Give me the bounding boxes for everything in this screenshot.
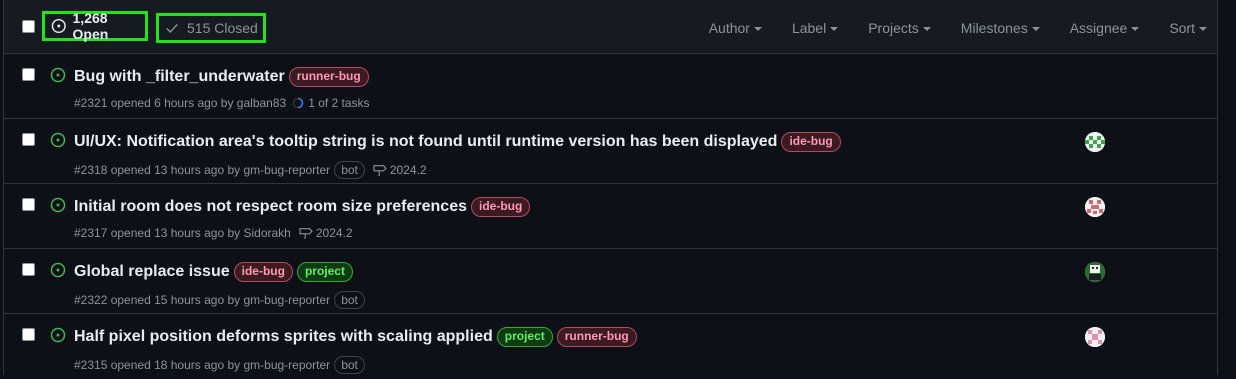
issue-title-line: Half pixel position deforms sprites with…: [74, 327, 637, 347]
issue-meta-text: #2318 opened 13 hours ago by gm-bug-repo…: [74, 163, 331, 177]
author-filter-label: Author: [708, 20, 750, 36]
issue-opened-icon: [50, 327, 66, 343]
pink-checker-avatar: [1085, 327, 1105, 347]
assignee-avatar[interactable]: [1085, 197, 1105, 217]
issue-title-link[interactable]: Half pixel position deforms sprites with…: [74, 328, 493, 346]
bot-badge: bot: [334, 291, 365, 309]
issue-opened-icon: [50, 262, 66, 278]
label-ide-bug[interactable]: ide-bug: [233, 262, 293, 282]
issue-row: Half pixel position deforms sprites with…: [4, 314, 1217, 379]
label-project[interactable]: project: [296, 262, 353, 282]
issue-checkbox[interactable]: [22, 198, 35, 211]
issue-meta-text: #2321 opened 6 hours ago by galban83: [74, 96, 287, 110]
issue-checkbox[interactable]: [22, 68, 35, 81]
projects-filter-label: Projects: [868, 20, 919, 36]
issue-meta: #2318 opened 13 hours ago by gm-bug-repo…: [74, 161, 427, 179]
projects-filter[interactable]: Projects: [868, 20, 931, 36]
milestone-icon: [373, 165, 387, 176]
sort-filter-label: Sort: [1169, 20, 1195, 36]
assignee-filter-label: Assignee: [1069, 20, 1128, 36]
open-issues-tab[interactable]: 1,268 Open: [42, 10, 148, 42]
caret-down-icon: [1031, 27, 1040, 31]
milestone-label: 2024.2: [389, 163, 427, 177]
dark-green-avatar: [1085, 262, 1105, 282]
issue-checkbox[interactable]: [22, 328, 35, 341]
label-filter-label: Label: [791, 20, 827, 36]
closed-issues-count: 515 Closed: [187, 20, 258, 36]
issues-list-panel: 1,268 Open 515 Closed Author Label Proje…: [3, 0, 1218, 375]
open-issues-count: 1,268 Open: [72, 10, 109, 42]
issue-row: Initial room does not respect room size …: [4, 184, 1217, 249]
issue-checkbox[interactable]: [22, 263, 35, 276]
task-progress[interactable]: 1 of 2 tasks: [292, 96, 370, 110]
issue-title-link[interactable]: Bug with _filter_underwater: [74, 68, 285, 86]
caret-down-icon: [922, 27, 931, 31]
caret-down-icon: [830, 27, 839, 31]
bot-badge: bot: [334, 161, 365, 179]
issue-opened-icon: [50, 132, 66, 148]
milestone-link[interactable]: 2024.2: [373, 163, 427, 177]
issue-row: Global replace issue ide-bug project #23…: [4, 249, 1217, 314]
label-project[interactable]: project: [496, 327, 553, 347]
milestone-label: 2024.2: [315, 226, 353, 240]
issue-meta-text: #2317 opened 13 hours ago by Sidorakh: [74, 226, 291, 240]
label-runner-bug[interactable]: runner-bug: [288, 67, 369, 87]
issues-list-header: 1,268 Open 515 Closed Author Label Proje…: [4, 0, 1217, 54]
issue-meta: #2315 opened 18 hours ago by gm-bug-repo…: [74, 356, 365, 374]
issue-meta: #2317 opened 13 hours ago by Sidorakh 20…: [74, 226, 353, 240]
progress-ring-icon: [292, 97, 304, 109]
issue-row: UI/UX: Notification area's tooltip strin…: [4, 119, 1217, 184]
issue-title-link[interactable]: Global replace issue: [74, 263, 230, 281]
caret-down-icon: [1131, 27, 1140, 31]
issue-title-line: Initial room does not respect room size …: [74, 197, 531, 217]
milestones-filter-label: Milestones: [960, 20, 1028, 36]
assignee-avatar[interactable]: [1085, 132, 1105, 152]
issue-title-line: Bug with _filter_underwater runner-bug: [74, 67, 369, 87]
milestone-icon: [299, 228, 313, 239]
sort-filter[interactable]: Sort: [1169, 20, 1207, 36]
issue-title-line: UI/UX: Notification area's tooltip strin…: [74, 132, 841, 152]
red-checker-avatar: [1085, 197, 1105, 217]
author-filter[interactable]: Author: [709, 20, 762, 36]
milestone-link[interactable]: 2024.2: [299, 226, 353, 240]
issue-opened-icon: [50, 67, 66, 83]
issue-title-line: Global replace issue ide-bug project: [74, 262, 353, 282]
filter-bar: Author Label Projects Milestones Assigne…: [679, 18, 1207, 38]
issue-title-link[interactable]: UI/UX: Notification area's tooltip strin…: [74, 133, 777, 151]
label-ide-bug[interactable]: ide-bug: [471, 197, 531, 217]
check-icon: [166, 24, 178, 33]
milestones-filter[interactable]: Milestones: [961, 20, 1040, 36]
caret-down-icon: [1199, 27, 1207, 31]
select-all-checkbox[interactable]: [22, 20, 35, 33]
caret-down-icon: [753, 27, 762, 31]
green-checker-avatar: [1085, 132, 1105, 152]
issue-opened-icon: [50, 197, 66, 213]
label-ide-bug[interactable]: ide-bug: [781, 132, 841, 152]
issue-title-link[interactable]: Initial room does not respect room size …: [74, 198, 467, 216]
issue-checkbox[interactable]: [22, 133, 35, 146]
bot-badge: bot: [334, 356, 365, 374]
issue-meta-text: #2315 opened 18 hours ago by gm-bug-repo…: [74, 358, 331, 372]
issue-meta: #2322 opened 15 hours ago by gm-bug-repo…: [74, 291, 365, 309]
issue-row: Bug with _filter_underwater runner-bug #…: [4, 54, 1217, 119]
issue-opened-icon: [51, 18, 66, 34]
issue-meta-text: #2322 opened 15 hours ago by gm-bug-repo…: [74, 293, 331, 307]
task-progress-text: 1 of 2 tasks: [308, 96, 370, 110]
issue-meta: #2321 opened 6 hours ago by galban83 1 o…: [74, 96, 370, 110]
closed-issues-tab[interactable]: 515 Closed: [156, 13, 266, 43]
assignee-filter[interactable]: Assignee: [1070, 20, 1140, 36]
label-runner-bug[interactable]: runner-bug: [556, 327, 637, 347]
assignee-avatar[interactable]: [1085, 262, 1105, 282]
label-filter[interactable]: Label: [791, 20, 839, 36]
assignee-avatar[interactable]: [1085, 327, 1105, 347]
